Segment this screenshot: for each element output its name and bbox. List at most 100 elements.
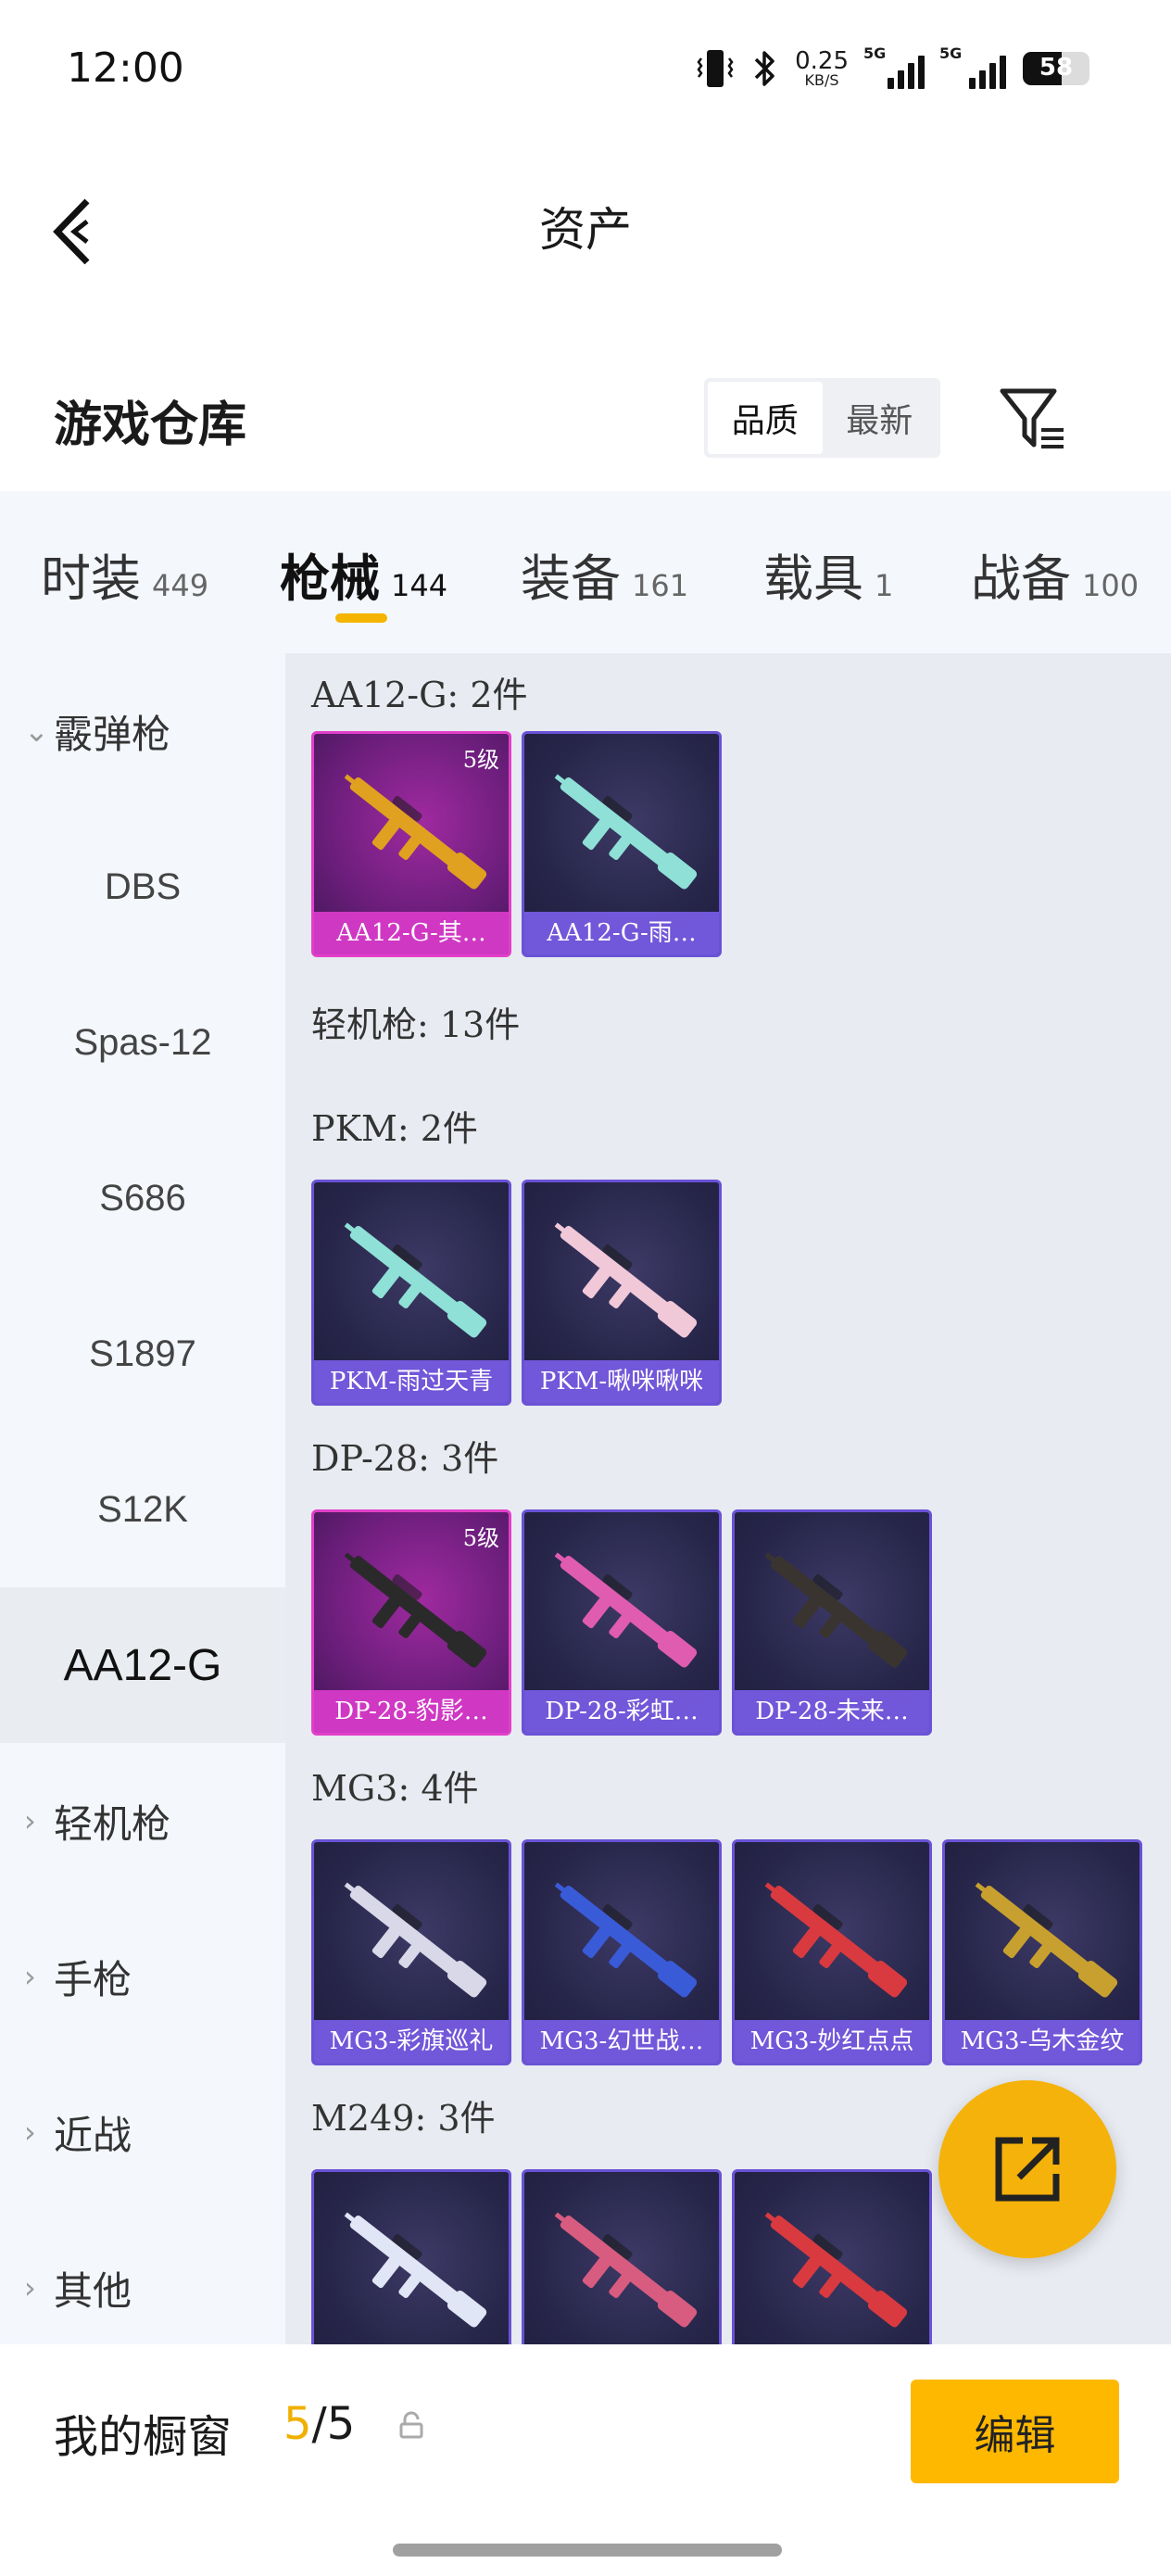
chevron-right-icon: ›	[24, 2115, 36, 2150]
tab-active-indicator	[335, 613, 387, 623]
sidebar-item-aa12g[interactable]: AA12-G	[0, 1587, 285, 1743]
sidebar-item-other[interactable]: › 其他	[0, 2210, 285, 2366]
skin-card[interactable]: DP-28-未来…	[732, 1509, 932, 1736]
sidebar-item-label: 其他	[54, 2267, 132, 2314]
tab-equipment[interactable]: 装备 161	[521, 537, 688, 611]
skin-card[interactable]: PKM-啾咪啾咪	[522, 1180, 722, 1406]
skin-card[interactable]	[311, 2169, 511, 2344]
skin-name: MG3-妙红点点	[735, 2020, 929, 2063]
skin-name: MG3-彩旗巡礼	[314, 2020, 509, 2063]
net-speed-unit: KB/S	[804, 71, 839, 89]
group-header-pkm: PKM: 2件	[311, 1108, 478, 1149]
skin-card[interactable]	[732, 2169, 932, 2344]
showcase-count: 5/5	[283, 2398, 355, 2450]
share-export-icon	[995, 2137, 1060, 2202]
showcase-label: 我的橱窗	[54, 2411, 233, 2463]
group-header-m249: M249: 3件	[311, 2098, 496, 2139]
chevron-right-icon: ›	[24, 1803, 36, 1838]
group-header-mg3: MG3: 4件	[311, 1768, 479, 1809]
gun-skin-image	[344, 1222, 487, 1338]
share-button[interactable]	[938, 2080, 1116, 2258]
gun-skin-image	[764, 1882, 908, 1998]
skin-name: DP-28-未来…	[735, 1690, 929, 1733]
sidebar-item-label: S1897	[89, 1332, 196, 1374]
sidebar-item-label: S686	[99, 1177, 186, 1219]
skin-card[interactable]: 5级 AA12-G-其…	[311, 731, 511, 957]
gun-skin-image	[554, 774, 698, 890]
skin-name: AA12-G-其…	[314, 912, 509, 954]
weapon-type-sidebar: ⌄ 霰弹枪 DBS Spas-12 S686 S1897 S12K AA12-G…	[0, 653, 285, 2344]
showcase-total: /5	[311, 2398, 356, 2450]
sort-toggle: 品质 最新	[704, 378, 940, 458]
skin-name: MG3-幻世战…	[524, 2020, 719, 2063]
sidebar-item-spas12[interactable]: Spas-12	[0, 965, 285, 1120]
sort-newest-button[interactable]: 最新	[823, 382, 938, 454]
chevron-right-icon: ›	[24, 1959, 36, 1994]
network-speed: 0.25 KB/S	[795, 49, 849, 88]
showcase-current: 5	[283, 2398, 312, 2450]
status-time: 12:00	[67, 44, 184, 92]
sidebar-item-dbs[interactable]: DBS	[0, 809, 285, 965]
sidebar-item-s12k[interactable]: S12K	[0, 1432, 285, 1587]
filter-icon[interactable]	[997, 382, 1071, 456]
net-speed-value: 0.25	[795, 47, 849, 75]
tab-label: 时装	[41, 549, 141, 608]
sidebar-item-pistol[interactable]: › 手枪	[0, 1899, 285, 2054]
skin-card[interactable]: MG3-幻世战…	[522, 1839, 722, 2065]
chevron-down-icon: ⌄	[24, 713, 49, 749]
tab-count: 449	[152, 568, 209, 603]
skin-card[interactable]: DP-28-彩虹…	[522, 1509, 722, 1736]
page-title: 资产	[539, 203, 632, 257]
sidebar-item-label: 霰弹枪	[54, 711, 171, 757]
edit-button[interactable]: 编辑	[911, 2380, 1119, 2483]
sidebar-item-melee[interactable]: › 近战	[0, 2054, 285, 2210]
app-header: 资产	[0, 139, 1171, 306]
sidebar-item-label: 近战	[54, 2112, 132, 2158]
gun-skin-image	[975, 1882, 1118, 1998]
chevron-right-icon: ›	[24, 2270, 36, 2305]
sidebar-item-label: AA12-G	[63, 1640, 222, 1690]
skin-card[interactable]: MG3-乌木金纹	[942, 1839, 1142, 2065]
tab-fashion[interactable]: 时装 449	[41, 537, 208, 611]
tab-vehicles[interactable]: 载具 1	[763, 537, 893, 611]
tab-guns[interactable]: 枪械 144	[280, 537, 447, 611]
gun-skin-image	[344, 1882, 487, 1998]
showcase-bar: 我的橱窗 5/5 编辑	[0, 2344, 1171, 2576]
skin-card[interactable]: MG3-彩旗巡礼	[311, 1839, 511, 2065]
signal-1-tag: 5G	[863, 44, 887, 62]
skin-card[interactable]: AA12-G-雨…	[522, 731, 722, 957]
group-header-lmg: 轻机枪: 13件	[311, 1004, 521, 1045]
signal-5g-2-icon: 5G	[939, 44, 1006, 89]
skin-name: AA12-G-雨…	[524, 912, 719, 954]
sidebar-item-s1897[interactable]: S1897	[0, 1276, 285, 1432]
signal-5g-1-icon: 5G	[863, 44, 925, 89]
tab-supplies[interactable]: 战备 100	[971, 537, 1139, 611]
lock-icon	[399, 2411, 423, 2439]
skin-card[interactable]: 5级 DP-28-豹影…	[311, 1509, 511, 1736]
bluetooth-icon	[754, 51, 774, 86]
skin-name: PKM-啾咪啾咪	[524, 1360, 719, 1403]
status-bar: 12:00 0.25 KB/S 5G 5G 58	[0, 0, 1171, 139]
sort-quality-button[interactable]: 品质	[708, 382, 823, 454]
gun-skin-image	[554, 2212, 698, 2328]
tab-label: 装备	[521, 549, 621, 608]
skin-card[interactable]: PKM-雨过天青	[311, 1180, 511, 1406]
sidebar-item-lmg[interactable]: › 轻机枪	[0, 1743, 285, 1899]
tab-label: 枪械	[280, 549, 380, 608]
signal-2-tag: 5G	[939, 44, 963, 62]
home-indicator	[393, 2544, 782, 2557]
warehouse-title: 游戏仓库	[54, 398, 247, 453]
tab-count: 100	[1082, 568, 1140, 603]
sidebar-item-shotgun[interactable]: ⌄ 霰弹枪	[0, 653, 285, 809]
skin-card[interactable]	[522, 2169, 722, 2344]
skin-card[interactable]: MG3-妙红点点	[732, 1839, 932, 2065]
skin-name: MG3-乌木金纹	[945, 2020, 1140, 2063]
gun-skin-image	[344, 1552, 487, 1668]
gun-skin-image	[554, 1552, 698, 1668]
tab-count: 1	[875, 568, 894, 603]
sidebar-item-label: 轻机枪	[54, 1800, 171, 1847]
status-icons: 0.25 KB/S 5G 5G 58	[697, 43, 1089, 95]
sidebar-item-s686[interactable]: S686	[0, 1120, 285, 1276]
group-header-dp28: DP-28: 3件	[311, 1438, 499, 1479]
skin-name: DP-28-豹影…	[314, 1690, 509, 1733]
